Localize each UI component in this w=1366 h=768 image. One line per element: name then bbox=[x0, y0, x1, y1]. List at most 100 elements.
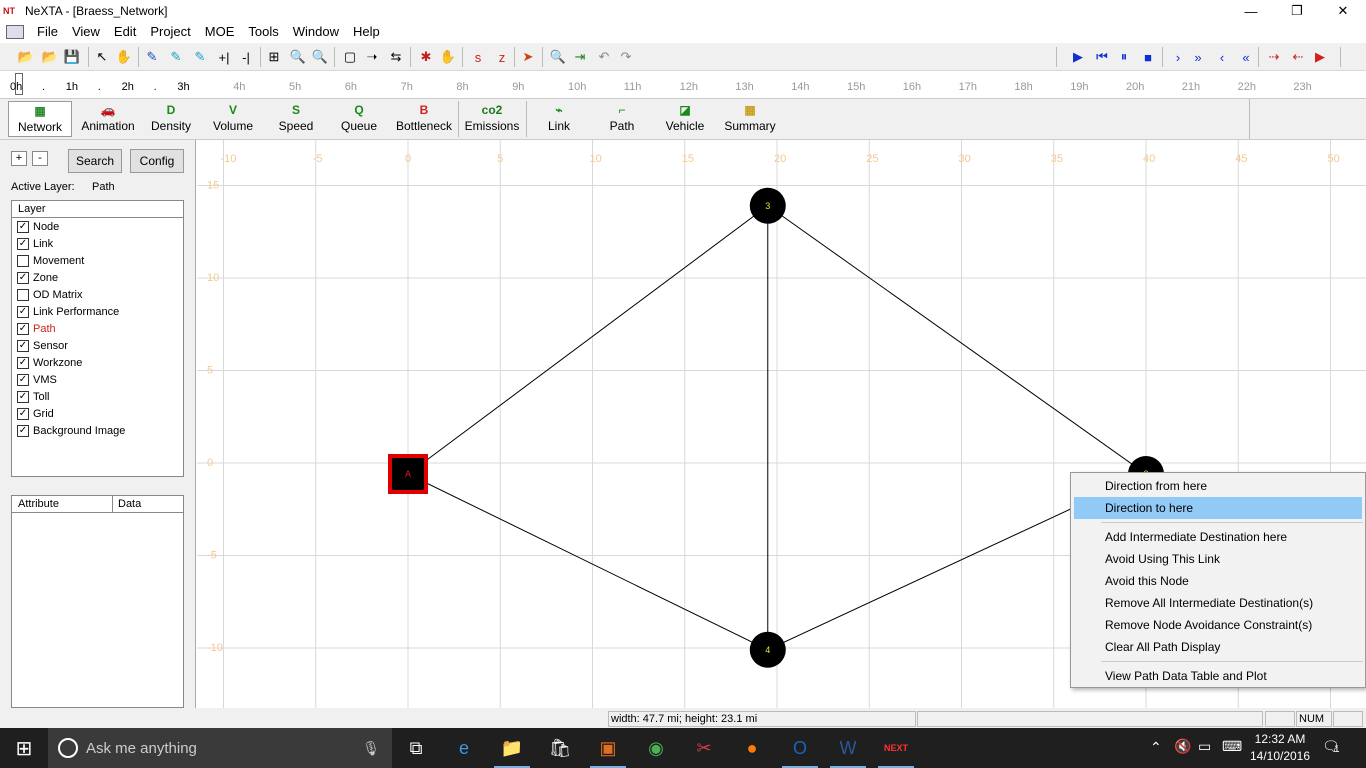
layer-item-link[interactable]: ✓ Link bbox=[12, 235, 183, 252]
tab-animation[interactable]: 🚗 Animation bbox=[76, 101, 140, 137]
paint-app-icon[interactable]: ▣ bbox=[584, 728, 632, 768]
zoom-out-icon[interactable]: 🔍 bbox=[310, 47, 330, 67]
context-menu-item[interactable]: Remove All Intermediate Destination(s) bbox=[1074, 592, 1362, 614]
layer-item-vms[interactable]: ✓ VMS bbox=[12, 371, 183, 388]
add-node-icon[interactable]: ✱ bbox=[416, 47, 436, 67]
layer-checkbox[interactable]: ✓ bbox=[17, 373, 29, 386]
move-node-hand-icon[interactable]: ✋ bbox=[438, 47, 458, 67]
layer-checkbox[interactable]: ✓ bbox=[17, 271, 29, 284]
record-play-icon[interactable]: ▶ bbox=[1310, 47, 1330, 67]
layer-item-link-performance[interactable]: ✓ Link Performance bbox=[12, 303, 183, 320]
layer-checkbox[interactable]: ✓ bbox=[17, 390, 29, 403]
add-lane-icon[interactable]: +| bbox=[214, 47, 234, 67]
menu-file[interactable]: File bbox=[30, 22, 65, 42]
show-hidden-icons-icon[interactable]: ⌃ bbox=[1150, 739, 1162, 756]
layer-item-od-matrix[interactable]: OD Matrix bbox=[12, 286, 183, 303]
tab-queue[interactable]: Q Queue bbox=[330, 101, 388, 137]
pan-hand-icon[interactable]: ✋ bbox=[114, 47, 134, 67]
network-link[interactable] bbox=[767, 205, 1147, 475]
tab-vehicle[interactable]: ◪ Vehicle bbox=[654, 101, 716, 137]
prev-red-icon[interactable]: ⇠ bbox=[1288, 47, 1308, 67]
step-forward-icon[interactable]: › bbox=[1168, 47, 1188, 67]
rewind-start-icon[interactable]: ⏮ bbox=[1092, 47, 1112, 67]
one-way-arrow-icon[interactable]: ➝ bbox=[362, 47, 382, 67]
draw-zone-icon[interactable]: ✎ bbox=[190, 47, 210, 67]
layer-item-zone[interactable]: ✓ Zone bbox=[12, 269, 183, 286]
tab-speed[interactable]: S Speed bbox=[266, 101, 326, 137]
layer-item-grid[interactable]: ✓ Grid bbox=[12, 405, 183, 422]
close-button[interactable]: ✕ bbox=[1320, 0, 1366, 22]
minimize-button[interactable]: — bbox=[1228, 0, 1274, 22]
play-icon[interactable]: ▶ bbox=[1068, 47, 1088, 67]
tab-volume[interactable]: V Volume bbox=[204, 101, 262, 137]
search-icon[interactable]: 🔍 bbox=[548, 47, 568, 67]
layer-list-header[interactable]: Layer bbox=[12, 201, 183, 218]
undo-icon[interactable]: ↶ bbox=[594, 47, 614, 67]
clock-date[interactable]: 14/10/2016 bbox=[1246, 749, 1314, 763]
step-back-icon[interactable]: ‹ bbox=[1212, 47, 1232, 67]
next-red-icon[interactable]: ⇢ bbox=[1264, 47, 1284, 67]
layer-checkbox[interactable]: ✓ bbox=[17, 339, 29, 352]
draw-link-plus-icon[interactable]: ✎ bbox=[166, 47, 186, 67]
menu-tools[interactable]: Tools bbox=[241, 22, 285, 42]
layer-item-workzone[interactable]: ✓ Workzone bbox=[12, 354, 183, 371]
context-menu-item[interactable]: Clear All Path Display bbox=[1074, 636, 1362, 658]
draw-link-icon[interactable]: ✎ bbox=[142, 47, 162, 67]
layer-item-movement[interactable]: Movement bbox=[12, 252, 183, 269]
fast-back-icon[interactable]: « bbox=[1236, 47, 1256, 67]
task-view-icon[interactable]: ⧉ bbox=[392, 728, 440, 768]
context-menu-item[interactable]: Direction from here bbox=[1074, 475, 1362, 497]
menu-project[interactable]: Project bbox=[143, 22, 197, 42]
zoom-in-icon[interactable]: 🔍 bbox=[288, 47, 308, 67]
fast-forward-icon[interactable]: » bbox=[1188, 47, 1208, 67]
time-bar[interactable]: 0h. 1h. 2h. 3h 4h 5h 6h 7h 8h 9h 10h 11h 12h 13h 14h 15… bbox=[0, 71, 1366, 99]
layer-checkbox[interactable] bbox=[17, 254, 29, 267]
layer-checkbox[interactable]: ✓ bbox=[17, 407, 29, 420]
data-column-header[interactable]: Data bbox=[113, 496, 141, 512]
tab-network[interactable]: ▦ Network bbox=[8, 101, 72, 137]
find-path-icon[interactable]: ➤ bbox=[518, 47, 538, 67]
open-folder-icon[interactable]: 📂 bbox=[16, 47, 36, 67]
snipping-tool-icon[interactable]: ✂ bbox=[680, 728, 728, 768]
network-link[interactable] bbox=[407, 205, 769, 475]
context-menu-item[interactable]: View Path Data Table and Plot bbox=[1074, 665, 1362, 687]
attribute-column-header[interactable]: Attribute bbox=[12, 496, 113, 512]
tab-bottleneck[interactable]: B Bottleneck bbox=[392, 101, 456, 137]
file-explorer-icon[interactable]: 📁 bbox=[488, 728, 536, 768]
context-menu-item[interactable]: Add Intermediate Destination here bbox=[1074, 526, 1362, 548]
layer-checkbox[interactable]: ✓ bbox=[17, 322, 29, 335]
outlook-icon[interactable]: O bbox=[776, 728, 824, 768]
maximize-button[interactable]: ❐ bbox=[1274, 0, 1320, 22]
context-menu-item[interactable]: Avoid this Node bbox=[1074, 570, 1362, 592]
zoom-in-button[interactable]: + bbox=[11, 151, 27, 166]
tab-summary[interactable]: ▦ Summary bbox=[718, 101, 782, 137]
menu-moe[interactable]: MOE bbox=[198, 22, 242, 42]
context-menu-item[interactable]: Direction to here bbox=[1074, 497, 1362, 519]
clock-time[interactable]: 12:32 AM bbox=[1250, 732, 1310, 746]
two-way-arrow-icon[interactable]: ⇆ bbox=[386, 47, 406, 67]
nexta-app-icon[interactable]: NT bbox=[3, 4, 23, 18]
select-arrow-icon[interactable]: ↖ bbox=[92, 47, 112, 67]
tab-path[interactable]: ⌐ Path bbox=[592, 101, 652, 137]
chrome-icon[interactable]: ◉ bbox=[632, 728, 680, 768]
export-icon[interactable]: ⇥ bbox=[570, 47, 590, 67]
volume-muted-icon[interactable]: 🔇 bbox=[1174, 738, 1191, 755]
tab-emissions[interactable]: co2 Emissions bbox=[460, 101, 524, 137]
edge-icon[interactable]: e bbox=[440, 728, 488, 768]
firefox-icon[interactable]: ● bbox=[728, 728, 776, 768]
keyboard-icon[interactable]: ⌨ bbox=[1222, 738, 1242, 755]
search-button[interactable]: Search bbox=[68, 149, 122, 173]
layer-checkbox[interactable]: ✓ bbox=[17, 356, 29, 369]
menu-edit[interactable]: Edit bbox=[107, 22, 143, 42]
nexta-icon[interactable]: NEXT bbox=[872, 728, 920, 768]
store-icon[interactable]: 🛍 bbox=[536, 728, 584, 768]
layer-checkbox[interactable]: ✓ bbox=[17, 220, 29, 233]
layer-item-path[interactable]: ✓ Path bbox=[12, 320, 183, 337]
layer-checkbox[interactable]: ✓ bbox=[17, 237, 29, 250]
tab-density[interactable]: D Density bbox=[140, 101, 202, 137]
pause-icon[interactable]: ⏸ bbox=[1114, 47, 1134, 67]
document-icon[interactable] bbox=[6, 25, 24, 39]
layer-checkbox[interactable]: ✓ bbox=[17, 424, 29, 437]
windows-start-icon[interactable]: ⊞ bbox=[0, 728, 48, 768]
tab-link[interactable]: ⌁ Link bbox=[528, 101, 590, 137]
